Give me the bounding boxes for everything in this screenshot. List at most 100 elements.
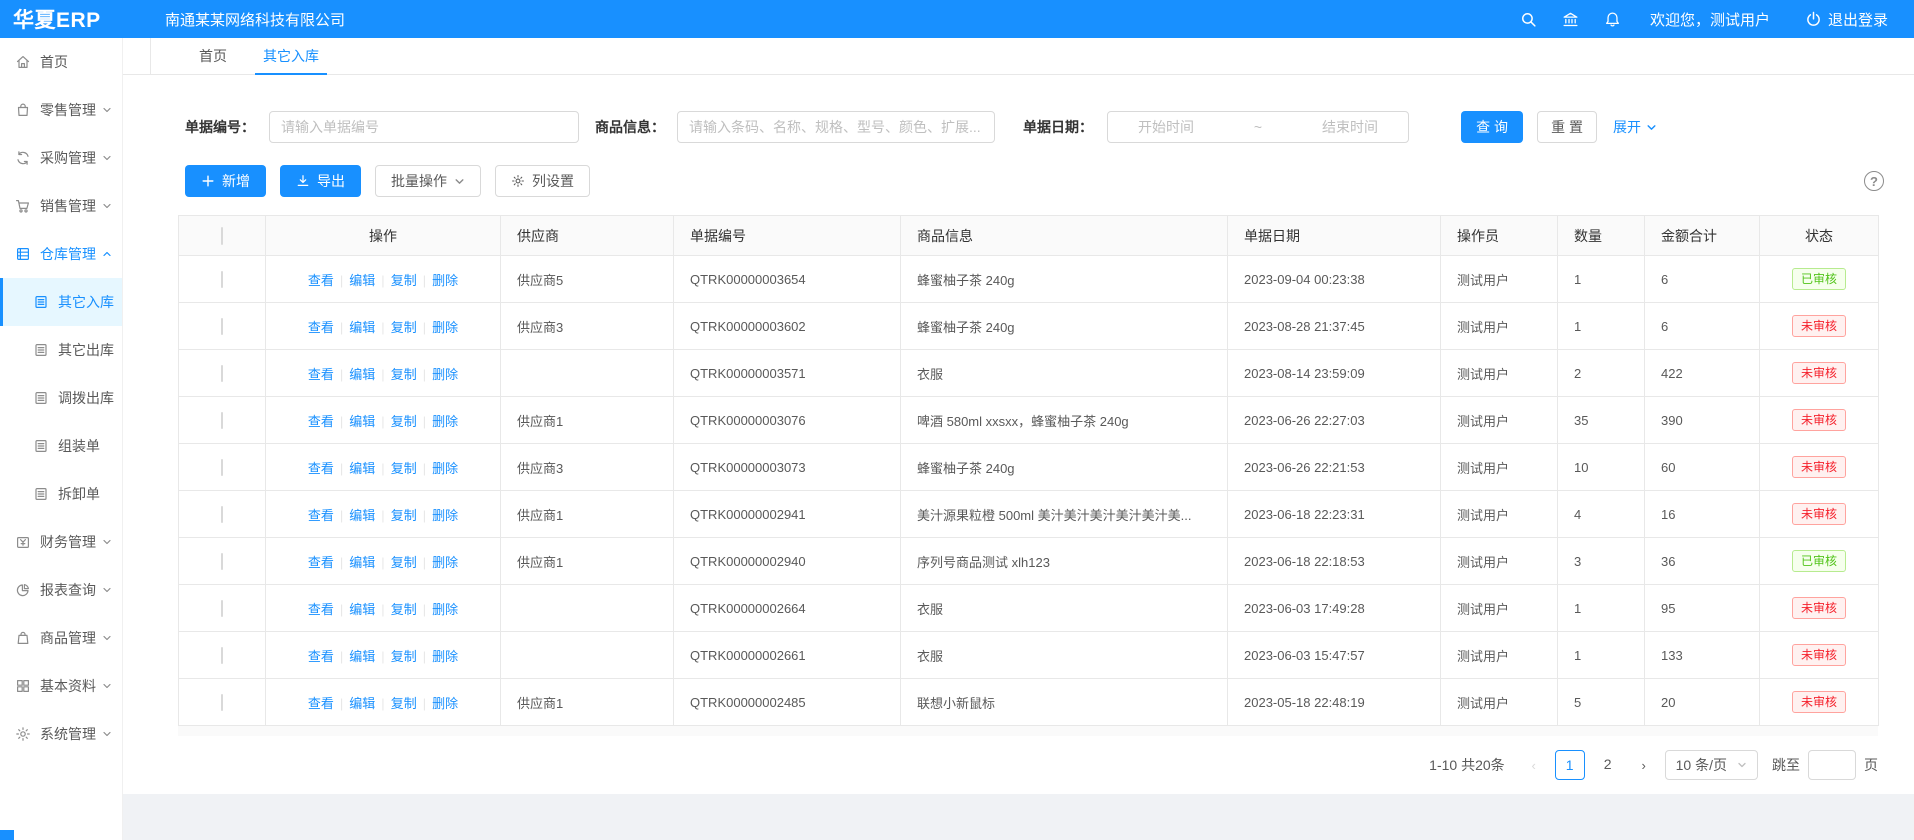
row-action-查看[interactable]: 查看 bbox=[308, 273, 334, 288]
row-action-编辑[interactable]: 编辑 bbox=[349, 602, 375, 617]
amount-cell: 6 bbox=[1645, 256, 1760, 303]
row-action-复制[interactable]: 复制 bbox=[391, 320, 417, 335]
row-action-删除[interactable]: 删除 bbox=[432, 320, 458, 335]
row-action-查看[interactable]: 查看 bbox=[308, 461, 334, 476]
bank-icon[interactable] bbox=[1562, 11, 1579, 28]
row-action-删除[interactable]: 删除 bbox=[432, 414, 458, 429]
sidebar-item-home[interactable]: 首页 bbox=[0, 38, 122, 86]
row-action-查看[interactable]: 查看 bbox=[308, 696, 334, 711]
row-action-查看[interactable]: 查看 bbox=[308, 602, 334, 617]
row-action-复制[interactable]: 复制 bbox=[391, 602, 417, 617]
row-action-编辑[interactable]: 编辑 bbox=[349, 414, 375, 429]
row-checkbox[interactable] bbox=[221, 459, 223, 476]
row-action-编辑[interactable]: 编辑 bbox=[349, 367, 375, 382]
sidebar-item-finance[interactable]: 财务管理 bbox=[0, 518, 122, 566]
row-checkbox[interactable] bbox=[221, 553, 223, 570]
row-action-编辑[interactable]: 编辑 bbox=[349, 320, 375, 335]
row-action-查看[interactable]: 查看 bbox=[308, 649, 334, 664]
row-checkbox[interactable] bbox=[221, 271, 223, 288]
row-action-查看[interactable]: 查看 bbox=[308, 555, 334, 570]
row-action-编辑[interactable]: 编辑 bbox=[349, 273, 375, 288]
page-size-select[interactable]: 10 条/页 bbox=[1665, 750, 1758, 780]
row-action-删除[interactable]: 删除 bbox=[432, 696, 458, 711]
expand-link[interactable]: 展开 bbox=[1613, 117, 1657, 137]
date-range-input[interactable]: 开始时间 ~ 结束时间 bbox=[1107, 111, 1409, 143]
row-action-编辑[interactable]: 编辑 bbox=[349, 508, 375, 523]
welcome-text: 欢迎您，测试用户 bbox=[1650, 9, 1770, 30]
order-no-input[interactable] bbox=[269, 111, 579, 143]
row-action-编辑[interactable]: 编辑 bbox=[349, 461, 375, 476]
row-action-复制[interactable]: 复制 bbox=[391, 414, 417, 429]
logout-button[interactable]: 退出登录 bbox=[1805, 9, 1888, 30]
sidebar-bottom-accent[interactable] bbox=[0, 830, 14, 840]
row-action-编辑[interactable]: 编辑 bbox=[349, 555, 375, 570]
search-icon[interactable] bbox=[1520, 11, 1537, 28]
pagination-prev[interactable]: ‹ bbox=[1521, 758, 1547, 773]
row-action-复制[interactable]: 复制 bbox=[391, 461, 417, 476]
chevron-down-icon bbox=[102, 729, 112, 739]
row-action-删除[interactable]: 删除 bbox=[432, 508, 458, 523]
row-checkbox[interactable] bbox=[221, 694, 223, 711]
row-action-编辑[interactable]: 编辑 bbox=[349, 696, 375, 711]
jump-to-input[interactable] bbox=[1808, 750, 1856, 780]
row-action-删除[interactable]: 删除 bbox=[432, 555, 458, 570]
row-checkbox[interactable] bbox=[221, 647, 223, 664]
sidebar-item-goods[interactable]: 商品管理 bbox=[0, 614, 122, 662]
sidebar-item-purchase[interactable]: 采购管理 bbox=[0, 134, 122, 182]
help-icon[interactable]: ? bbox=[1864, 171, 1884, 191]
bell-icon[interactable] bbox=[1604, 11, 1621, 28]
batch-actions-button[interactable]: 批量操作 bbox=[375, 165, 481, 197]
row-action-删除[interactable]: 删除 bbox=[432, 602, 458, 617]
row-action-编辑[interactable]: 编辑 bbox=[349, 649, 375, 664]
product-info-input[interactable] bbox=[677, 111, 995, 143]
row-checkbox[interactable] bbox=[221, 506, 223, 523]
reset-button[interactable]: 重 置 bbox=[1537, 111, 1597, 143]
row-action-复制[interactable]: 复制 bbox=[391, 696, 417, 711]
row-checkbox[interactable] bbox=[221, 600, 223, 617]
row-action-复制[interactable]: 复制 bbox=[391, 508, 417, 523]
action-separator: | bbox=[381, 649, 384, 664]
tab-other-inbound[interactable]: 其它入库 bbox=[245, 38, 337, 74]
sidebar-item-transfer-outbound[interactable]: 调拨出库 bbox=[0, 374, 122, 422]
column-settings-button[interactable]: 列设置 bbox=[495, 165, 590, 197]
sidebar-item-other-outbound[interactable]: 其它出库 bbox=[0, 326, 122, 374]
tab-home[interactable]: 首页 bbox=[181, 38, 245, 74]
pagination-next[interactable]: › bbox=[1631, 758, 1657, 773]
select-all-header-cell bbox=[179, 216, 266, 256]
row-action-复制[interactable]: 复制 bbox=[391, 555, 417, 570]
row-checkbox[interactable] bbox=[221, 365, 223, 382]
sidebar-item-sales[interactable]: 销售管理 bbox=[0, 182, 122, 230]
row-action-复制[interactable]: 复制 bbox=[391, 273, 417, 288]
row-action-查看[interactable]: 查看 bbox=[308, 320, 334, 335]
row-action-删除[interactable]: 删除 bbox=[432, 273, 458, 288]
row-action-复制[interactable]: 复制 bbox=[391, 367, 417, 382]
row-action-删除[interactable]: 删除 bbox=[432, 367, 458, 382]
sidebar-item-warehouse[interactable]: 仓库管理 bbox=[0, 230, 122, 278]
sidebar-item-report[interactable]: 报表查询 bbox=[0, 566, 122, 614]
row-action-删除[interactable]: 删除 bbox=[432, 649, 458, 664]
row-checkbox[interactable] bbox=[221, 412, 223, 429]
product-cell: 联想小新鼠标 bbox=[901, 679, 1228, 726]
sidebar-item-basic[interactable]: 基本资料 bbox=[0, 662, 122, 710]
row-checkbox[interactable] bbox=[221, 318, 223, 335]
row-action-复制[interactable]: 复制 bbox=[391, 649, 417, 664]
row-action-删除[interactable]: 删除 bbox=[432, 461, 458, 476]
sidebar-item-disassembly[interactable]: 拆卸单 bbox=[0, 470, 122, 518]
search-button[interactable]: 查 询 bbox=[1461, 111, 1523, 143]
pagination-page-2[interactable]: 2 bbox=[1593, 750, 1623, 780]
row-action-查看[interactable]: 查看 bbox=[308, 508, 334, 523]
add-button[interactable]: 新增 bbox=[185, 165, 266, 197]
row-action-查看[interactable]: 查看 bbox=[308, 414, 334, 429]
row-action-查看[interactable]: 查看 bbox=[308, 367, 334, 382]
pagination-page-1[interactable]: 1 bbox=[1555, 750, 1585, 780]
select-all-checkbox[interactable] bbox=[221, 227, 223, 245]
amount-cell: 422 bbox=[1645, 350, 1760, 397]
export-button[interactable]: 导出 bbox=[280, 165, 361, 197]
status-cell: 已审核 bbox=[1760, 256, 1879, 303]
sidebar-item-assembly[interactable]: 组装单 bbox=[0, 422, 122, 470]
sidebar-item-retail[interactable]: 零售管理 bbox=[0, 86, 122, 134]
sidebar-item-other-inbound[interactable]: 其它入库 bbox=[0, 278, 122, 326]
sidebar-item-system[interactable]: 系统管理 bbox=[0, 710, 122, 758]
chevron-up-icon bbox=[102, 249, 112, 259]
row-select-cell bbox=[179, 350, 266, 397]
